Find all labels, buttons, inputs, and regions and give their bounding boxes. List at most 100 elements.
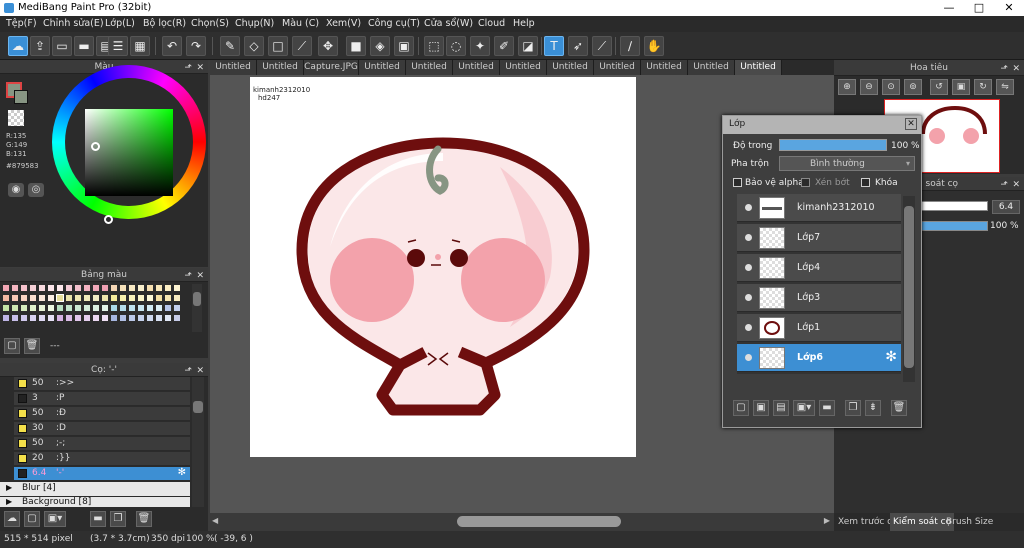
palette-swatch[interactable]	[164, 284, 172, 292]
dropper-icon[interactable]: ⟋	[592, 36, 612, 56]
document-tab-active[interactable]: Untitled	[735, 60, 782, 75]
palette-swatch[interactable]	[74, 314, 82, 322]
palette-swatch[interactable]	[101, 304, 109, 312]
palette-swatch[interactable]	[101, 294, 109, 302]
palette-swatch[interactable]	[119, 294, 127, 302]
palette-swatch[interactable]	[110, 314, 118, 322]
scroll-right-icon[interactable]: ▶	[824, 516, 830, 525]
palette-swatch[interactable]	[11, 294, 19, 302]
brush-item[interactable]: 30:D	[14, 422, 190, 436]
document-tab[interactable]: Untitled	[257, 60, 304, 75]
palette-swatch[interactable]	[56, 284, 64, 292]
palette-swatch[interactable]	[137, 314, 145, 322]
eye-icon[interactable]	[745, 264, 752, 271]
palette-swatch[interactable]	[92, 304, 100, 312]
popout-icon[interactable]: ⬏	[1000, 178, 1008, 192]
document-tab[interactable]: Untitled	[594, 60, 641, 75]
eraser-icon[interactable]: ◇	[244, 36, 264, 56]
palette-swatch[interactable]	[29, 294, 37, 302]
comment-icon[interactable]: ▭	[52, 36, 72, 56]
palette-swatch[interactable]	[128, 314, 136, 322]
palette-swatch[interactable]	[56, 294, 64, 302]
delete-palette-icon[interactable]: 🗑	[24, 338, 40, 354]
palette-swatch[interactable]	[173, 304, 181, 312]
close-icon[interactable]: ✕	[1012, 178, 1020, 192]
palette-swatch[interactable]	[110, 294, 118, 302]
palette-add-icon[interactable]: ◉	[8, 183, 24, 197]
menu-color[interactable]: Màu (C)	[282, 18, 319, 29]
canvas-h-scrollbar[interactable]: ◀ ▶	[210, 513, 834, 531]
saturation-value-square[interactable]	[85, 109, 173, 196]
popout-icon[interactable]: ⬏	[184, 269, 192, 283]
palette-swatch[interactable]	[2, 304, 10, 312]
palette-swatch[interactable]	[38, 294, 46, 302]
background-swatch[interactable]	[14, 90, 28, 104]
document-tab[interactable]: Untitled	[688, 60, 735, 75]
palette-swatch[interactable]	[38, 304, 46, 312]
menu-layer[interactable]: Lớp(L)	[105, 18, 135, 29]
brush-item[interactable]: 20:}}	[14, 452, 190, 466]
fit-window-icon[interactable]: ▣	[952, 79, 970, 95]
palette-swatch[interactable]	[83, 294, 91, 302]
palette-swatch[interactable]	[137, 304, 145, 312]
brush-item[interactable]: 3:P	[14, 392, 190, 406]
layer-row[interactable]: Lớp7	[737, 224, 901, 252]
cloud-sync-icon[interactable]: ☁	[8, 36, 28, 56]
palette-swatch[interactable]	[74, 294, 82, 302]
palette-scrollbar[interactable]	[192, 284, 202, 332]
grid-icon[interactable]: ▦	[130, 36, 150, 56]
palette-swatch[interactable]	[146, 294, 154, 302]
brush-item-selected[interactable]: 6.4 '-' ✻	[14, 467, 190, 481]
select-pen-icon[interactable]: ✐	[494, 36, 514, 56]
palette-swatch[interactable]	[2, 314, 10, 322]
palette-grid[interactable]	[2, 284, 188, 332]
flip-icon[interactable]: ⇋	[996, 79, 1014, 95]
palette-swatch[interactable]	[65, 284, 73, 292]
brush-size-slider[interactable]	[918, 201, 988, 211]
palette-swatch[interactable]	[128, 304, 136, 312]
canvas[interactable]: kimanh2312010 hd247	[250, 77, 636, 457]
hue-picker-handle[interactable]	[104, 215, 113, 224]
document-tab[interactable]: Untitled	[359, 60, 406, 75]
gear-icon[interactable]: ✻	[178, 467, 186, 478]
palette-swatch[interactable]	[92, 284, 100, 292]
document-tab[interactable]: Untitled	[547, 60, 594, 75]
palette-swatch[interactable]	[20, 284, 28, 292]
fill-rect-icon[interactable]: ■	[346, 36, 366, 56]
scroll-thumb[interactable]	[457, 516, 621, 527]
palette-swatch[interactable]	[173, 314, 181, 322]
palette-swatch[interactable]	[29, 304, 37, 312]
layer-row-selected[interactable]: Lớp6 ✻	[737, 344, 901, 372]
brush-scrollbar[interactable]	[192, 377, 204, 507]
palette-swatch[interactable]	[146, 304, 154, 312]
document-tab[interactable]: Capture.JPG	[304, 60, 359, 75]
gradient-icon[interactable]: ▣	[394, 36, 414, 56]
zoom-out-icon[interactable]: ⊖	[860, 79, 878, 95]
palette-swatch[interactable]	[164, 304, 172, 312]
brush-menu-icon[interactable]: ▣▾	[44, 511, 66, 527]
close-icon[interactable]: ✕	[1012, 61, 1020, 77]
new-1bit-layer-icon[interactable]: ▤	[773, 400, 789, 416]
eye-icon[interactable]	[745, 324, 752, 331]
popout-icon[interactable]: ⬏	[1000, 61, 1008, 77]
palette-swatch[interactable]	[20, 304, 28, 312]
minimize-button[interactable]: —	[934, 0, 964, 16]
palette-swatch[interactable]	[2, 284, 10, 292]
palette-swatch[interactable]	[20, 294, 28, 302]
palette-swatch[interactable]	[38, 314, 46, 322]
zoom-fit-icon[interactable]: ⊙	[882, 79, 900, 95]
document-tab[interactable]: Untitled	[406, 60, 453, 75]
palette-swatch[interactable]	[119, 314, 127, 322]
move-icon[interactable]: ✥	[318, 36, 338, 56]
tab-brush-preview[interactable]: Xem trước cọ	[838, 517, 898, 527]
palette-swatch[interactable]	[101, 314, 109, 322]
palette-swatch[interactable]	[11, 284, 19, 292]
duplicate-icon[interactable]: ❐	[110, 511, 126, 527]
lock-checkbox[interactable]	[861, 178, 870, 187]
zoom-actual-icon[interactable]: ⊚	[904, 79, 922, 95]
palette-swatch[interactable]	[74, 284, 82, 292]
undo-icon[interactable]: ↶	[162, 36, 182, 56]
dialog-close-icon[interactable]: ✕	[905, 118, 917, 130]
brush-item[interactable]: 50:>>	[14, 377, 190, 391]
layer-row[interactable]: Lớp4	[737, 254, 901, 282]
